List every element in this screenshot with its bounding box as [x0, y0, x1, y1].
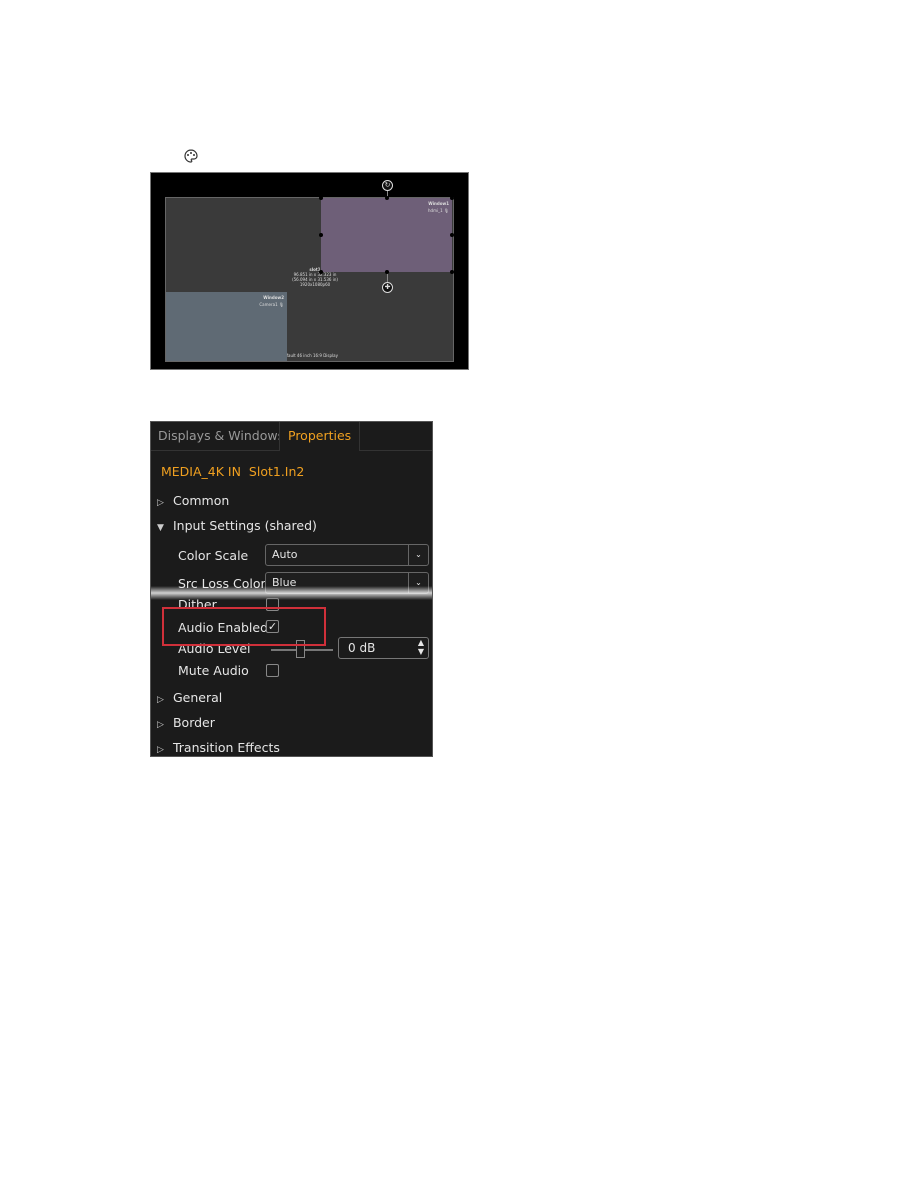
resize-handle[interactable] — [450, 196, 454, 200]
window1[interactable]: Window1 hdmi_1 🎙 — [321, 198, 452, 272]
audio-level-input[interactable]: 0 dB ▲ ▼ — [338, 637, 429, 659]
section-border[interactable]: ▷ Border — [157, 715, 215, 730]
rotate-icon[interactable]: ↻ — [382, 180, 393, 191]
window1-source: hdmi_1 🎙 — [428, 208, 449, 213]
spinner-icon[interactable]: ▲ ▼ — [418, 638, 424, 656]
resize-handle[interactable] — [450, 270, 454, 274]
properties-panel: Displays & Windows Properties MEDIA_4K I… — [150, 421, 433, 757]
expand-icon: ▷ — [157, 498, 164, 508]
color-scale-label: Color Scale — [178, 548, 249, 563]
expand-icon: ▷ — [157, 720, 164, 730]
expand-icon: ▷ — [157, 745, 164, 755]
tab-properties[interactable]: Properties — [279, 422, 361, 451]
resize-handle[interactable] — [385, 196, 389, 200]
mute-audio-checkbox[interactable] — [266, 664, 279, 677]
mute-audio-label: Mute Audio — [178, 663, 249, 678]
highlight-box — [162, 607, 326, 646]
collapse-icon: ▼ — [157, 523, 164, 533]
resize-handle[interactable] — [319, 233, 323, 237]
expand-icon: ▷ — [157, 695, 164, 705]
tab-displays-windows[interactable]: Displays & Windows — [158, 422, 284, 450]
section-common[interactable]: ▷ Common — [157, 493, 229, 508]
window1-name: Window1 — [428, 201, 449, 206]
section-transition-effects[interactable]: ▷ Transition Effects — [157, 740, 280, 755]
resize-handle[interactable] — [319, 196, 323, 200]
section-input-settings[interactable]: ▼ Input Settings (shared) — [157, 518, 317, 533]
section-general[interactable]: ▷ General — [157, 690, 222, 705]
device-title: MEDIA_4K IN Slot1.In2 — [161, 464, 305, 479]
resize-handle[interactable] — [385, 270, 389, 274]
microphone-icon: 🎙 — [278, 302, 284, 307]
microphone-icon: 🎙 — [443, 208, 449, 213]
window2-name: Window2 — [263, 295, 284, 300]
resize-handle[interactable] — [319, 270, 323, 274]
slot-format: 1920x1080p60 — [299, 282, 331, 287]
palette-icon[interactable] — [183, 148, 199, 164]
resize-handle[interactable] — [450, 233, 454, 237]
slot-info: slot1 96.851 in x 32.323 in (56.094 in x… — [270, 267, 360, 287]
move-icon[interactable]: ✚ — [382, 282, 393, 293]
window2[interactable]: Window2 Camera1 🎙 — [166, 292, 287, 361]
window2-source: Camera1 🎙 — [259, 302, 284, 307]
color-scale-select[interactable]: Auto ⌄ — [265, 544, 429, 566]
chevron-down-icon: ⌄ — [408, 545, 428, 565]
